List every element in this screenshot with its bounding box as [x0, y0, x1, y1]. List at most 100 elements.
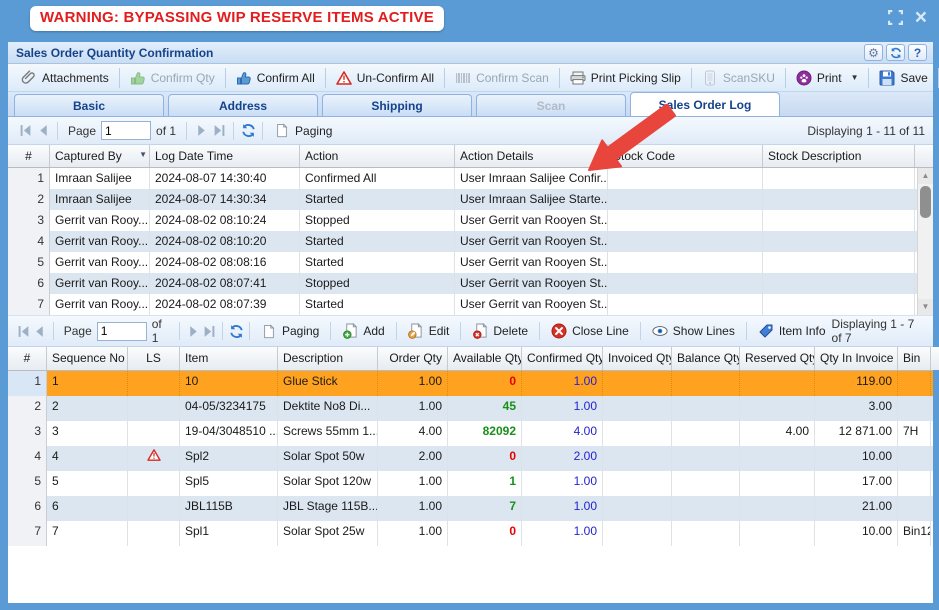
scroll-up-icon[interactable]: ▲ — [918, 168, 933, 184]
tab-basic[interactable]: Basic — [14, 94, 164, 116]
edit-button[interactable]: Edit — [402, 320, 456, 342]
cell-num: 5 — [8, 252, 50, 273]
prev-page-icon[interactable] — [32, 322, 48, 340]
col-seq[interactable]: Sequence No — [47, 347, 128, 370]
paging-button[interactable]: Paging — [255, 320, 325, 342]
cell-confirmed: 1.00 — [522, 496, 603, 521]
cell-desc: Solar Spot 50w — [278, 446, 378, 471]
confirm-all-button[interactable]: Confirm All — [229, 67, 322, 89]
next-page-icon[interactable] — [185, 322, 201, 340]
prev-page-icon[interactable] — [34, 122, 52, 140]
col-num[interactable]: # — [8, 145, 50, 167]
table-row[interactable]: 77Spl1Solar Spot 25w1.0001.0010.00Bin123 — [8, 521, 933, 546]
help-button[interactable]: ? — [908, 44, 927, 61]
next-page-icon[interactable] — [192, 122, 210, 140]
cell-order: 1.00 — [378, 371, 448, 396]
item-info-button[interactable]: Item Info — [752, 320, 832, 342]
cell-captured_by: Gerrit van Rooy... — [50, 252, 150, 273]
item-info-label: Item Info — [779, 324, 826, 338]
add-button[interactable]: Add — [336, 320, 390, 342]
tab-address[interactable]: Address — [168, 94, 318, 116]
gear-button[interactable]: ⚙ — [864, 44, 883, 61]
cell-stock_desc — [763, 210, 915, 231]
col-num[interactable]: # — [8, 347, 47, 370]
cell-details: User Gerrit van Rooyen St... — [455, 294, 608, 315]
refresh-button[interactable] — [886, 44, 905, 61]
un-confirm-all-button[interactable]: Un-Confirm All — [329, 67, 441, 89]
table-row[interactable]: 3Gerrit van Rooy...2024-08-02 08:10:24St… — [8, 210, 933, 231]
show-lines-button[interactable]: Show Lines — [646, 320, 741, 342]
col-stock_code[interactable]: Stock Code — [608, 145, 763, 167]
scrollbar-thumb[interactable] — [920, 186, 931, 218]
table-row[interactable]: 66JBL115BJBL Stage 115B...1.0071.0021.00 — [8, 496, 933, 521]
save-button[interactable]: Save — [872, 67, 934, 89]
pager-separator — [396, 322, 397, 340]
cell-avail: 1 — [448, 471, 522, 496]
table-row[interactable]: 3319-04/3048510 ...Screws 55mm 1...4.008… — [8, 421, 933, 446]
log-grid-scrollbar[interactable]: ▲ ▼ — [917, 168, 933, 315]
page-input[interactable] — [97, 322, 147, 341]
table-row[interactable]: 4Gerrit van Rooy...2024-08-02 08:10:20St… — [8, 231, 933, 252]
cell-stock_code — [608, 189, 763, 210]
print-picking-slip-button[interactable]: Print Picking Slip — [563, 67, 688, 89]
refresh-icon[interactable] — [228, 322, 244, 340]
cell-order: 2.00 — [378, 446, 448, 471]
warning-banner: WARNING: BYPASSING WIP RESERVE ITEMS ACT… — [30, 6, 444, 31]
col-item[interactable]: Item — [180, 347, 278, 370]
col-qii[interactable]: Qty In Invoice — [815, 347, 898, 370]
cell-num: 3 — [8, 210, 50, 231]
col-reserved[interactable]: Reserved Qty — [740, 347, 815, 370]
tab-strip: BasicAddressShippingScanSales Order Log — [8, 92, 933, 117]
delete-button[interactable]: Delete — [466, 320, 534, 342]
pager-separator — [640, 322, 641, 340]
maximize-icon[interactable] — [888, 10, 903, 25]
col-confirmed[interactable]: Confirmed Qty — [522, 347, 603, 370]
cell-qii: 12 871.00 — [815, 421, 898, 446]
tab-sales-order-log[interactable]: Sales Order Log — [630, 92, 780, 116]
paging-button[interactable]: Paging — [268, 120, 338, 142]
print-picking-slip-label: Print Picking Slip — [591, 71, 681, 85]
cell-bin — [898, 396, 931, 421]
cell-details: User Imraan Salijee Starte... — [455, 189, 608, 210]
table-row[interactable]: 55Spl5Solar Spot 120w1.0011.0017.00 — [8, 471, 933, 496]
last-page-icon[interactable] — [201, 322, 217, 340]
confirm-qty-button: Confirm Qty — [123, 67, 222, 89]
table-row[interactable]: 5Gerrit van Rooy...2024-08-02 08:08:16St… — [8, 252, 933, 273]
col-details[interactable]: Action Details — [455, 145, 608, 167]
close-window-icon[interactable]: × — [915, 11, 927, 25]
close-line-button[interactable]: Close Line — [545, 320, 635, 342]
cell-avail: 0 — [448, 521, 522, 546]
table-row[interactable]: 1Imraan Salijee2024-08-07 14:30:40Confir… — [8, 168, 933, 189]
col-stock_desc[interactable]: Stock Description — [763, 145, 915, 167]
table-row[interactable]: 6Gerrit van Rooy...2024-08-02 08:07:41St… — [8, 273, 933, 294]
table-row[interactable]: 2204-05/3234175Dektite No8 Di...1.00451.… — [8, 396, 933, 421]
attachments-button[interactable]: Attachments — [14, 67, 116, 89]
first-page-icon[interactable] — [16, 122, 34, 140]
col-action[interactable]: Action — [300, 145, 455, 167]
cell-order: 1.00 — [378, 521, 448, 546]
col-desc[interactable]: Description — [278, 347, 378, 370]
refresh-icon[interactable] — [239, 122, 257, 140]
scroll-down-icon[interactable]: ▼ — [918, 299, 933, 315]
col-captured_by[interactable]: Captured By▼ — [50, 145, 150, 167]
col-ls[interactable]: LS — [128, 347, 180, 370]
cell-seq: 4 — [47, 446, 128, 471]
print-button[interactable]: Print▼ — [789, 67, 866, 89]
tab-shipping[interactable]: Shipping — [322, 94, 472, 116]
col-log_date[interactable]: Log Date Time — [150, 145, 300, 167]
table-row[interactable]: 2Imraan Salijee2024-08-07 14:30:34Starte… — [8, 189, 933, 210]
col-avail[interactable]: Available Qty — [448, 347, 522, 370]
cell-stock_desc — [763, 273, 915, 294]
table-row[interactable]: 7Gerrit van Rooy...2024-08-02 08:07:39St… — [8, 294, 933, 315]
page-input[interactable] — [101, 121, 151, 140]
table-row[interactable]: 1110Glue Stick1.0001.00119.00 — [8, 371, 933, 396]
table-row[interactable]: 44Spl2Solar Spot 50w2.0002.0010.00 — [8, 446, 933, 471]
last-page-icon[interactable] — [210, 122, 228, 140]
col-bin[interactable]: Bin — [898, 347, 931, 370]
col-order[interactable]: Order Qty — [378, 347, 448, 370]
column-menu-icon[interactable]: ▼ — [139, 150, 147, 159]
cell-qii: 17.00 — [815, 471, 898, 496]
first-page-icon[interactable] — [16, 322, 32, 340]
col-balance[interactable]: Balance Qty — [672, 347, 740, 370]
col-invoiced[interactable]: Invoiced Qty — [603, 347, 672, 370]
